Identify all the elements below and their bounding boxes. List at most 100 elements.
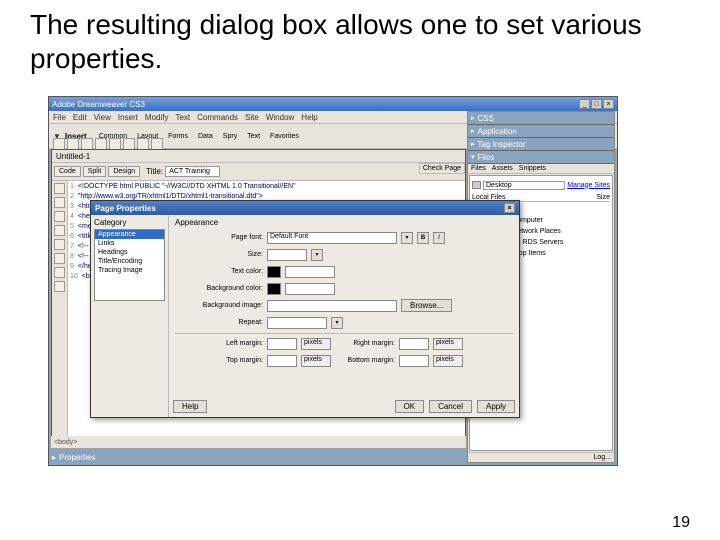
gutter-icon[interactable] xyxy=(54,253,65,264)
ok-button[interactable]: OK xyxy=(395,400,425,413)
menu-window[interactable]: Window xyxy=(266,113,294,122)
cancel-button[interactable]: Cancel xyxy=(429,400,472,413)
slide-page-number: 19 xyxy=(672,514,690,532)
dropdown-icon[interactable]: ▾ xyxy=(401,232,413,244)
insert-tab-spry[interactable]: Spry xyxy=(221,133,239,140)
title-label: Title: xyxy=(146,167,163,176)
insert-tab-forms[interactable]: Forms xyxy=(166,133,190,140)
top-margin-input[interactable] xyxy=(267,355,297,367)
panel-css[interactable]: ▸CSS xyxy=(468,112,614,125)
text-color-label: Text color: xyxy=(175,268,263,275)
page-properties-dialog: Page Properties × Category Appearance Li… xyxy=(90,200,520,418)
close-button[interactable]: × xyxy=(603,99,614,109)
top-margin-label: Top margin: xyxy=(175,357,263,364)
menu-help[interactable]: Help xyxy=(301,113,317,122)
gutter-icon[interactable] xyxy=(54,281,65,292)
bg-image-input[interactable] xyxy=(267,300,397,312)
gutter-icon[interactable] xyxy=(54,267,65,278)
repeat-select[interactable] xyxy=(267,317,327,329)
form-column: Appearance Page font: Default Font ▾ B I… xyxy=(169,215,519,417)
menu-text[interactable]: Text xyxy=(175,113,190,122)
text-color-swatch[interactable] xyxy=(267,266,281,278)
category-label: Category xyxy=(94,218,165,227)
panel-files[interactable]: ▾Files xyxy=(468,151,614,164)
dropdown-icon[interactable]: ▾ xyxy=(311,249,323,261)
panel-application[interactable]: ▸Application xyxy=(468,125,614,138)
help-button[interactable]: Help xyxy=(173,400,207,413)
category-headings: Headings xyxy=(95,248,164,257)
bold-button[interactable]: B xyxy=(417,232,429,244)
top-margin-unit[interactable]: pixels xyxy=(301,355,331,367)
menu-file[interactable]: File xyxy=(53,113,66,122)
browse-button[interactable]: Browse... xyxy=(401,299,452,312)
doc-tab-bar: Untitled-1 xyxy=(52,150,465,163)
menu-site[interactable]: Site xyxy=(245,113,259,122)
menu-insert[interactable]: Insert xyxy=(118,113,138,122)
bg-color-label: Background color: xyxy=(175,285,263,292)
page-font-select[interactable]: Default Font xyxy=(267,232,397,244)
dialog-close-button[interactable]: × xyxy=(504,203,515,213)
menu-modify[interactable]: Modify xyxy=(145,113,169,122)
apply-button[interactable]: Apply xyxy=(477,400,515,413)
menu-commands[interactable]: Commands xyxy=(197,113,238,122)
bg-color-input[interactable] xyxy=(285,283,335,295)
insert-tab-text[interactable]: Text xyxy=(245,133,262,140)
title-input[interactable]: ACT Training xyxy=(165,166,220,177)
size-label: Size: xyxy=(175,251,263,258)
maximize-button[interactable]: □ xyxy=(591,99,602,109)
site-select[interactable]: Desktop xyxy=(483,181,565,190)
check-page-button[interactable]: Check Page xyxy=(419,163,465,174)
left-margin-unit[interactable]: pixels xyxy=(301,338,331,350)
italic-button[interactable]: I xyxy=(433,232,445,244)
menu-edit[interactable]: Edit xyxy=(73,113,87,122)
log-link[interactable]: Log... xyxy=(593,454,611,461)
size-input[interactable] xyxy=(267,249,307,261)
page-font-label: Page font: xyxy=(175,234,263,241)
bg-color-swatch[interactable] xyxy=(267,283,281,295)
manage-sites-link[interactable]: Manage Sites xyxy=(567,182,610,189)
design-view-button[interactable]: Design xyxy=(108,166,140,177)
dialog-titlebar[interactable]: Page Properties × xyxy=(91,201,519,215)
panel-tag-inspector[interactable]: ▸Tag Inspector xyxy=(468,138,614,151)
desktop-icon xyxy=(472,181,481,189)
dialog-title: Page Properties xyxy=(95,204,156,213)
left-margin-input[interactable] xyxy=(267,338,297,350)
bg-image-label: Background image: xyxy=(175,302,263,309)
app-titlebar: Adobe Dreamweaver CS3 _ □ × xyxy=(49,97,617,111)
right-margin-unit[interactable]: pixels xyxy=(433,338,463,350)
gutter-icon[interactable] xyxy=(54,197,65,208)
category-column: Category Appearance Links Headings Title… xyxy=(91,215,169,417)
menu-view[interactable]: View xyxy=(94,113,111,122)
code-view-button[interactable]: Code xyxy=(54,166,81,177)
gutter-icon[interactable] xyxy=(54,239,65,250)
minimize-button[interactable]: _ xyxy=(579,99,590,109)
bottom-margin-unit[interactable]: pixels xyxy=(433,355,463,367)
bottom-margin-input[interactable] xyxy=(399,355,429,367)
split-view-button[interactable]: Split xyxy=(83,166,107,177)
doc-filename[interactable]: Untitled-1 xyxy=(56,152,90,161)
insert-tab-favorites[interactable]: Favorites xyxy=(268,133,301,140)
files-tab-assets[interactable]: Assets xyxy=(492,165,513,172)
tag-selector-bar[interactable]: <body> xyxy=(51,436,466,448)
chevron-right-icon: ▸ xyxy=(52,453,56,462)
dropdown-icon[interactable]: ▾ xyxy=(331,317,343,329)
gutter-icon[interactable] xyxy=(54,183,65,194)
right-margin-label: Right margin: xyxy=(335,340,395,347)
text-color-input[interactable] xyxy=(285,266,335,278)
code-gutter xyxy=(52,181,68,438)
category-list[interactable]: Appearance Links Headings Title/Encoding… xyxy=(94,229,165,301)
doc-toolbar: Code Split Design Title: ACT Training xyxy=(52,163,465,181)
section-heading: Appearance xyxy=(175,218,513,227)
files-tab-files[interactable]: Files xyxy=(471,165,486,172)
col-size[interactable]: Size xyxy=(596,194,610,201)
bottom-margin-label: Bottom margin: xyxy=(335,357,395,364)
category-links: Links xyxy=(95,239,164,248)
category-appearance: Appearance xyxy=(95,230,164,239)
category-tracing-image: Tracing Image xyxy=(95,266,164,275)
gutter-icon[interactable] xyxy=(54,225,65,236)
insert-tab-data[interactable]: Data xyxy=(196,133,215,140)
app-title: Adobe Dreamweaver CS3 xyxy=(52,100,145,109)
files-tab-snippets[interactable]: Snippets xyxy=(519,165,546,172)
gutter-icon[interactable] xyxy=(54,211,65,222)
right-margin-input[interactable] xyxy=(399,338,429,350)
